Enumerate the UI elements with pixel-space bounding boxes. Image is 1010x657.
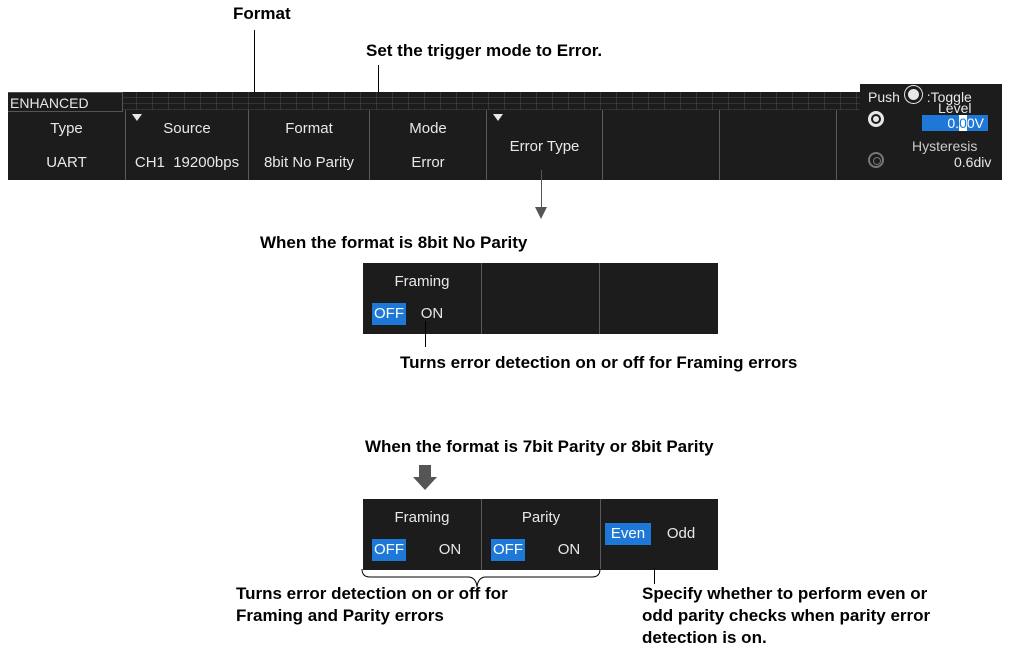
level-knob-icon[interactable] [868,111,884,127]
odd-option[interactable]: Odd [663,523,699,545]
down-arrow-icon [413,477,437,490]
format-title: Format [285,120,333,137]
bottom-right-note: Specify whether to perform even or odd p… [642,584,931,647]
framing-title: Framing [394,509,450,526]
framing-on-toggle[interactable]: ON [415,303,449,325]
even-odd-softkey[interactable]: Even Odd [600,499,718,570]
empty-softkey-1 [602,110,719,180]
type-title: Type [50,120,83,137]
hysteresis-label: Hysteresis [912,138,978,154]
framing-title: Framing [394,273,450,290]
type-softkey[interactable]: Type UART [8,110,125,180]
framing-note: Turns error detection on or off for Fram… [400,353,798,372]
hysteresis-value: 0.6div [954,154,992,170]
empty-subkey-1 [481,263,599,334]
framing-off-toggle[interactable]: OFF [372,303,406,325]
even-option[interactable]: Even [605,523,651,545]
case1-heading: When the format is 8bit No Parity [260,233,528,252]
jog-knob-panel: Push :Toggle Level 0.00V Hysteresis 0.6d… [860,84,1002,180]
mode-value: Error [411,154,445,171]
knob-push-icon [904,86,922,103]
waveform-grid [8,92,870,110]
framing-softkey[interactable]: Framing OFF ON [363,499,481,570]
hysteresis-knob-icon[interactable] [868,152,884,168]
parity-softkey[interactable]: Parity OFF ON [481,499,600,570]
down-arrow-shaft [419,465,431,477]
mode-softkey[interactable]: Mode Error [369,110,486,180]
chevron-down-icon [493,114,503,121]
format-softkey[interactable]: Format 8bit No Parity [248,110,369,180]
source-softkey[interactable]: Source CH1 19200bps [125,110,248,180]
enhanced-tab: ENHANCED [8,92,123,112]
level-value[interactable]: 0.00V [922,115,988,131]
framing-on-toggle[interactable]: ON [433,539,467,561]
parity-off-toggle[interactable]: OFF [491,539,525,561]
framing-off-toggle[interactable]: OFF [372,539,406,561]
mode-title: Mode [409,120,447,137]
format-callout: Format [233,4,291,23]
empty-subkey-2 [599,263,718,334]
framing-note-line [425,321,426,347]
source-title: Source [163,120,211,137]
error-type-panel-parity: Framing OFF ON Parity OFF ON Even Odd [363,499,718,570]
even-odd-note-line [654,568,655,584]
down-arrow-icon [535,207,547,219]
type-value: UART [46,154,87,171]
empty-softkey-2 [719,110,836,180]
error-type-softkey[interactable]: Error Type [486,110,602,180]
error-type-title: Error Type [509,138,580,155]
framing-softkey[interactable]: Framing OFF ON [363,263,481,334]
mode-callout: Set the trigger mode to Error. [366,41,603,60]
error-type-panel-8bit: Framing OFF ON [363,263,718,334]
error-type-arrow-line [541,170,542,208]
parity-title: Parity [521,509,561,526]
format-value: 8bit No Parity [263,154,355,171]
bottom-left-note: Turns error detection on or off for Fram… [236,584,508,625]
parity-on-toggle[interactable]: ON [552,539,586,561]
level-label: Level [938,100,972,116]
case2-heading: When the format is 7bit Parity or 8bit P… [365,437,714,456]
source-value: CH1 19200bps [134,154,240,171]
trigger-menu-bar: ENHANCED Type UART Source CH1 19200bps F… [8,92,870,180]
